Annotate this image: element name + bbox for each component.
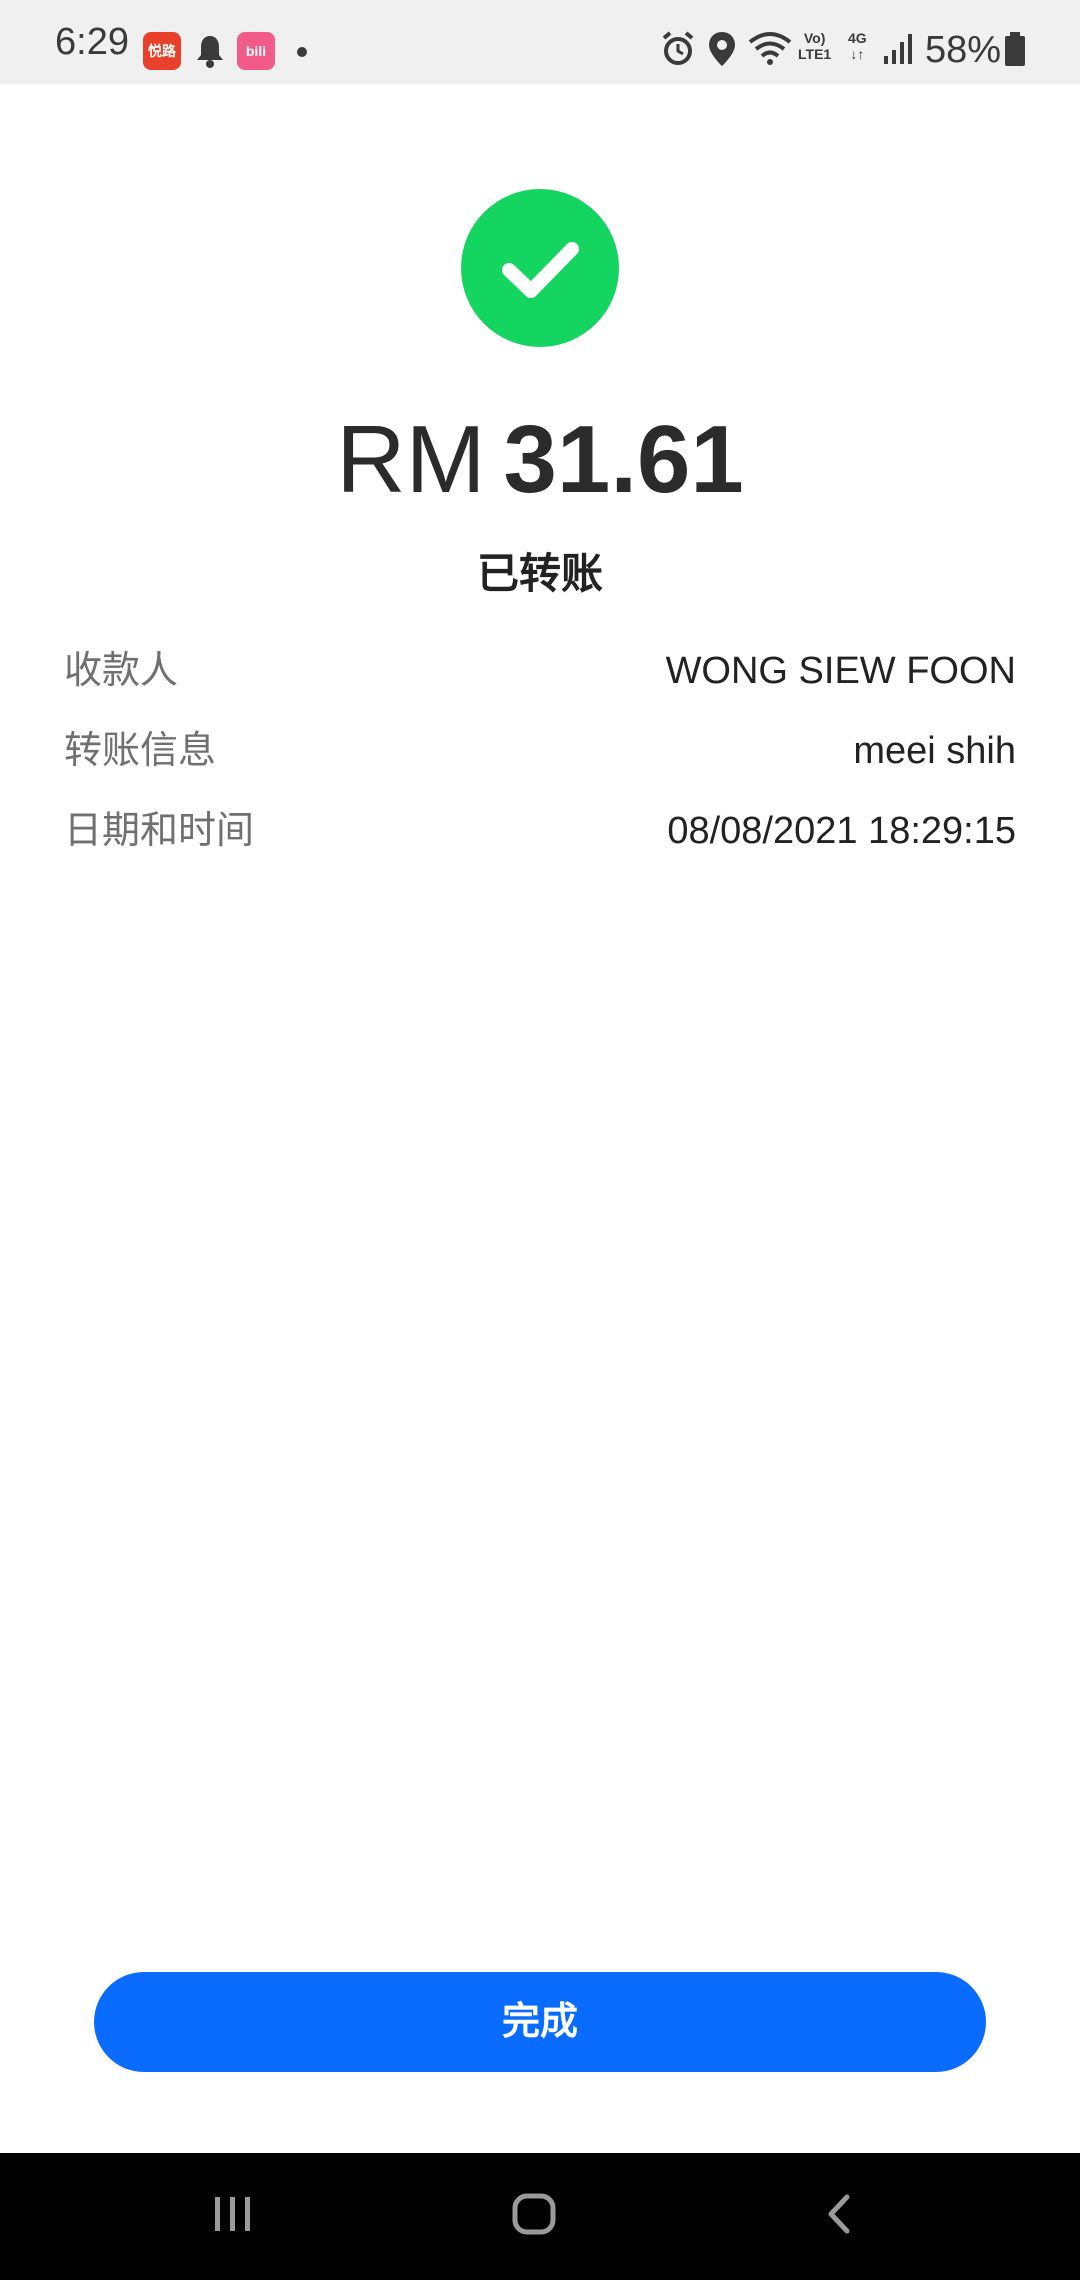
network-type-indicator: 4G ↓↑	[848, 30, 867, 62]
volte-label: Vo)	[803, 30, 826, 46]
recent-apps-button[interactable]	[172, 2153, 292, 2280]
network-type-label: 4G	[848, 30, 867, 46]
transfer-status: 已转账	[476, 550, 603, 597]
bilibili-app-icon: bili	[237, 32, 275, 70]
datetime-value: 08/08/2021 18:29:15	[667, 810, 1016, 852]
back-button[interactable]	[777, 2153, 897, 2280]
detail-row-payee: 收款人 WONG SIEW FOON	[64, 641, 1016, 701]
data-arrows-icon: ↓↑	[850, 46, 865, 62]
wifi-icon	[746, 30, 794, 73]
location-pin-icon	[707, 30, 737, 73]
status-time: 6:29	[55, 21, 129, 63]
more-notifications-dot	[297, 47, 307, 57]
app-notification-icon: 悦路	[143, 32, 181, 70]
home-icon	[512, 2193, 556, 2235]
home-button[interactable]	[475, 2153, 595, 2280]
transfer-success-screen: 6:29 悦路 bili Vo) LTE1 4G ↓↑ 58% RM 31.61…	[0, 0, 1080, 2280]
detail-row-message: 转账信息 meei shih	[64, 721, 1016, 781]
done-button[interactable]: 完成	[94, 1972, 986, 2072]
signal-icon	[882, 30, 916, 73]
navigation-bar	[0, 2153, 1080, 2280]
status-bar: 6:29 悦路 bili Vo) LTE1 4G ↓↑ 58%	[0, 0, 1080, 84]
back-icon	[828, 2194, 850, 2234]
checkmark-icon	[502, 242, 579, 298]
recent-apps-icon	[215, 2197, 250, 2231]
payee-label: 收款人	[64, 650, 179, 692]
success-check-badge	[461, 189, 619, 347]
message-value: meei shih	[853, 730, 1016, 772]
message-label: 转账信息	[64, 730, 217, 772]
currency-label: RM	[336, 406, 486, 513]
lte-label: LTE1	[798, 46, 832, 62]
bell-icon	[193, 33, 227, 74]
alarm-icon	[660, 30, 696, 73]
payee-value: WONG SIEW FOON	[665, 650, 1016, 692]
volte-indicator: Vo) LTE1	[798, 30, 831, 62]
amount-value: 31.61	[503, 406, 744, 513]
battery-percent: 58%	[925, 29, 1002, 71]
transfer-amount: RM 31.61	[0, 405, 1080, 515]
detail-row-datetime: 日期和时间 08/08/2021 18:29:15	[64, 801, 1016, 861]
datetime-label: 日期和时间	[64, 810, 255, 852]
battery-icon	[1003, 30, 1027, 73]
